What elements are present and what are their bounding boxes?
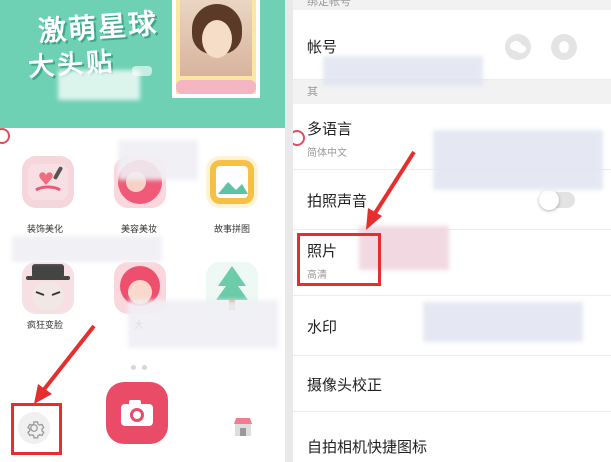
language-value: 简体中文	[307, 148, 347, 159]
face-swap-label: 疯狂变脸	[26, 321, 63, 331]
privacy-blur	[12, 236, 162, 262]
toggle-knob	[539, 190, 559, 210]
privacy-blur	[128, 300, 278, 348]
collage-icon	[210, 160, 254, 204]
qq-icon[interactable]	[551, 34, 577, 60]
camera-icon	[121, 400, 153, 426]
privacy-blur	[433, 130, 603, 190]
shutter-sound-toggle[interactable]	[539, 190, 575, 210]
banner-blur	[58, 70, 140, 100]
decorate-label: 装饰美化	[26, 225, 63, 235]
shortcut-row[interactable]: 自拍相机快捷图标	[293, 412, 611, 462]
shortcut-title: 自拍相机快捷图标	[307, 438, 428, 456]
story-collage-tile[interactable]	[206, 156, 258, 208]
shop-icon	[234, 418, 252, 436]
language-title: 多语言	[307, 120, 353, 138]
photo-quality-highlight-box	[297, 233, 381, 286]
photo-sticker	[176, 80, 256, 94]
page-indicator	[131, 355, 155, 370]
promo-banner[interactable]: 激萌星球 大头贴	[0, 0, 285, 128]
settings-highlight-box	[11, 403, 62, 455]
shutter-sound-title: 拍照声音	[307, 192, 368, 210]
camera-button[interactable]	[106, 382, 168, 444]
photo-face	[202, 20, 232, 58]
settings-screen: 绑定帐号 帐号 其 多语言 简体中文 拍照声音 照片 高清 水印 摄像头校正 自…	[293, 0, 611, 462]
beauty-label: 美容美妆	[120, 225, 157, 235]
shop-button[interactable]	[230, 414, 256, 440]
banner-photo-frame	[172, 0, 260, 98]
privacy-blur	[423, 302, 583, 342]
privacy-blur	[323, 56, 483, 86]
camera-calibration-row[interactable]: 摄像头校正	[293, 356, 611, 412]
home-screen: 激萌星球 大头贴 装饰美化 美容美妆 故事拼图 疯狂变脸	[0, 0, 285, 462]
screenshot-root: 激萌星球 大头贴 装饰美化 美容美妆 故事拼图 疯狂变脸 绑定帐号 帐号 其 多…	[0, 0, 611, 462]
decorate-tile[interactable]	[22, 156, 74, 208]
privacy-blur	[118, 140, 198, 180]
mask-icon	[26, 264, 70, 310]
section-bind-account: 绑定帐号	[293, 0, 611, 10]
heart-icon	[28, 164, 68, 200]
panel-divider	[285, 0, 293, 462]
watermark-title: 水印	[307, 318, 338, 336]
account-title: 帐号	[307, 38, 338, 56]
face-swap-tile[interactable]	[22, 262, 74, 314]
camera-calibration-title: 摄像头校正	[307, 376, 383, 394]
banner-dots	[132, 66, 152, 76]
banner-photo	[180, 0, 252, 76]
side-float-icon[interactable]	[0, 128, 10, 144]
wechat-icon[interactable]	[505, 34, 531, 60]
story-collage-label: 故事拼图	[213, 225, 250, 235]
